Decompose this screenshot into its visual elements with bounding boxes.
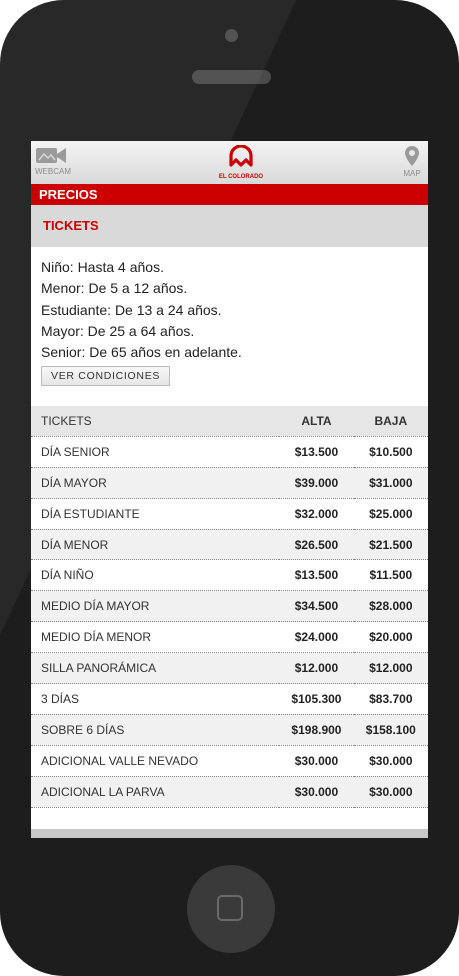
age-info-line: Menor: De 5 a 12 años. (41, 280, 188, 297)
ticket-name: ADICIONAL LA PARVA (31, 776, 280, 808)
ticket-name: MEDIO DÍA MENOR (31, 621, 280, 654)
ticket-name: 3 DÍAS (31, 683, 280, 715)
ver-condiciones-button[interactable]: VER CONDICIONES (41, 366, 171, 387)
price-alta: $13.500 (279, 436, 354, 468)
home-button[interactable] (187, 865, 275, 953)
price-alta: $30.000 (279, 745, 354, 777)
prices-table: TICKETS ALTA BAJA DÍA SENIOR $13.500 $10.5… (31, 406, 428, 808)
price-baja: $30.000 (353, 776, 428, 808)
ticket-name: MEDIO DÍA MAYOR (31, 590, 280, 623)
table-row: SILLA PANORÁMICA $12.000 $12.000 (31, 652, 428, 685)
age-info-line: Niño: Hasta 4 años. (41, 259, 164, 275)
logo-wordmark: EL COLORADO (218, 174, 264, 180)
price-alta: $13.500 (279, 559, 354, 592)
price-baja: $11.500 (353, 559, 428, 592)
price-baja: $21.500 (353, 529, 428, 561)
ticket-name: DÍA MENOR (31, 529, 280, 561)
price-alta: $12.000 (279, 652, 354, 685)
age-info-line: Estudiante: De 13 a 24 años. (41, 301, 222, 318)
col-header-tickets: TICKETS (31, 406, 280, 437)
table-row: DÍA NIÑO $13.500 $11.500 (31, 559, 428, 592)
mountain-logo-icon (229, 144, 253, 167)
front-camera (225, 29, 238, 42)
table-row: DÍA MAYOR $39.000 $31.000 (31, 467, 428, 499)
price-alta: $39.000 (279, 467, 354, 499)
price-baja: $20.000 (353, 621, 428, 654)
col-header-alta: ALTA (279, 406, 354, 437)
ticket-name: DÍA ESTUDIANTE (31, 498, 280, 530)
table-row: MEDIO DÍA MAYOR $34.500 $28.000 (31, 590, 428, 623)
table-row: DÍA SENIOR $13.500 $10.500 (31, 436, 428, 468)
price-baja: $30.000 (353, 745, 428, 777)
earpiece-speaker (192, 70, 271, 84)
tickets-heading: TICKETS (31, 205, 428, 247)
app-screen: WEBCAM EL COLORADO MAP PRECIOS TICKETS N… (31, 141, 428, 838)
ticket-name: DÍA NIÑO (31, 559, 280, 592)
table-row: DÍA MENOR $26.500 $21.500 (31, 529, 428, 561)
ticket-name: SOBRE 6 DÍAS (31, 714, 280, 746)
top-bar: WEBCAM EL COLORADO MAP (31, 141, 428, 184)
ticket-name: DÍA MAYOR (31, 467, 280, 499)
map-label: MAP (403, 169, 421, 178)
section-title: PRECIOS (31, 184, 428, 205)
table-row: DÍA ESTUDIANTE $32.000 $25.000 (31, 498, 428, 530)
ticket-name: DÍA SENIOR (31, 436, 280, 468)
table-row: 3 DÍAS $105.300 $83.700 (31, 683, 428, 715)
price-alta: $30.000 (279, 776, 354, 808)
table-row: ADICIONAL LA PARVA $30.000 $30.000 (31, 776, 428, 808)
price-alta: $32.000 (279, 498, 354, 530)
price-alta: $105.300 (279, 683, 354, 715)
table-row: SOBRE 6 DÍAS $198.900 $158.100 (31, 714, 428, 746)
webcam-button[interactable]: WEBCAM (35, 145, 71, 176)
el-colorado-logo[interactable]: EL COLORADO (219, 144, 263, 180)
webcam-label: WEBCAM (35, 167, 71, 176)
age-info: Niño: Hasta 4 años. Menor: De 5 a 12 año… (31, 247, 428, 406)
price-alta: $26.500 (279, 529, 354, 561)
ticket-name: ADICIONAL VALLE NEVADO (31, 745, 280, 777)
table-row: ADICIONAL VALLE NEVADO $30.000 $30.000 (31, 745, 428, 777)
age-info-line: Mayor: De 25 a 64 años. (41, 322, 195, 339)
price-baja: $25.000 (353, 498, 428, 530)
price-alta: $34.500 (279, 590, 354, 623)
price-baja: $31.000 (353, 467, 428, 499)
map-pin-icon (405, 146, 419, 166)
price-baja: $28.000 (353, 590, 428, 623)
price-alta: $198.900 (279, 714, 354, 746)
price-baja: $83.700 (353, 683, 428, 715)
scroll-bottom-strip (31, 829, 428, 838)
ticket-name: SILLA PANORÁMICA (31, 652, 280, 685)
price-baja: $158.100 (353, 714, 428, 746)
home-square-icon (217, 895, 243, 921)
col-header-baja: BAJA (353, 406, 428, 437)
map-button[interactable]: MAP (400, 145, 424, 178)
table-row: MEDIO DÍA MENOR $24.000 $20.000 (31, 621, 428, 654)
price-alta: $24.000 (279, 621, 354, 654)
price-baja: $12.000 (353, 652, 428, 685)
price-baja: $10.500 (353, 436, 428, 468)
age-info-line: Senior: De 65 años en adelante. (41, 344, 242, 361)
video-camera-icon (36, 148, 66, 163)
table-header-row: TICKETS ALTA BAJA (31, 406, 428, 437)
